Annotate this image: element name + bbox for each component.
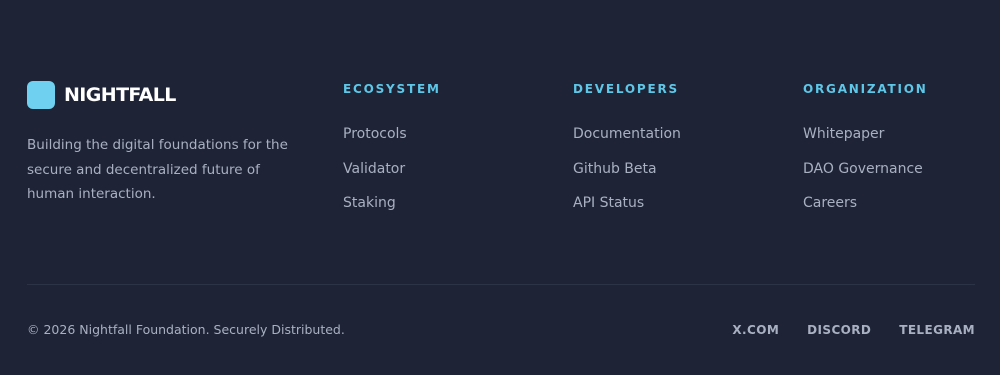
footer-link-whitepaper[interactable]: Whitepaper (803, 126, 1000, 143)
footer-divider (27, 284, 975, 285)
footer-link-careers[interactable]: Careers (803, 195, 1000, 212)
social-link-discord[interactable]: DISCORD (807, 322, 871, 338)
column-title: DEVELOPERS (573, 82, 679, 96)
column-title: ORGANIZATION (803, 82, 928, 96)
site-footer: NIGHTFALL Building the digital foundatio… (0, 0, 1000, 375)
footer-link-api-status[interactable]: API Status (573, 195, 773, 212)
brand-name: NIGHTFALL (64, 84, 176, 106)
footer-column-organization: ORGANIZATION Whitepaper DAO Governance C… (803, 81, 1000, 230)
social-link-x[interactable]: X.COM (732, 322, 779, 338)
footer-link-dao-governance[interactable]: DAO Governance (803, 161, 1000, 178)
footer-column-developers: DEVELOPERS Documentation Github Beta API… (573, 81, 773, 230)
footer-link-validator[interactable]: Validator (343, 161, 543, 178)
copyright-text: © 2026 Nightfall Foundation. Securely Di… (27, 322, 345, 337)
social-links: X.COM DISCORD TELEGRAM (732, 322, 975, 338)
footer-link-staking[interactable]: Staking (343, 195, 543, 212)
footer-column-ecosystem: ECOSYSTEM Protocols Validator Staking (343, 81, 543, 230)
social-link-telegram[interactable]: TELEGRAM (899, 322, 975, 338)
logo-square-icon (27, 81, 55, 109)
footer-link-documentation[interactable]: Documentation (573, 126, 773, 143)
column-title: ECOSYSTEM (343, 82, 441, 96)
brand-logo[interactable]: NIGHTFALL (27, 81, 307, 109)
footer-link-protocols[interactable]: Protocols (343, 126, 543, 143)
footer-link-github-beta[interactable]: Github Beta (573, 161, 773, 178)
brand-tagline: Building the digital foundations for the… (27, 137, 288, 202)
brand-block: NIGHTFALL Building the digital foundatio… (27, 81, 307, 207)
